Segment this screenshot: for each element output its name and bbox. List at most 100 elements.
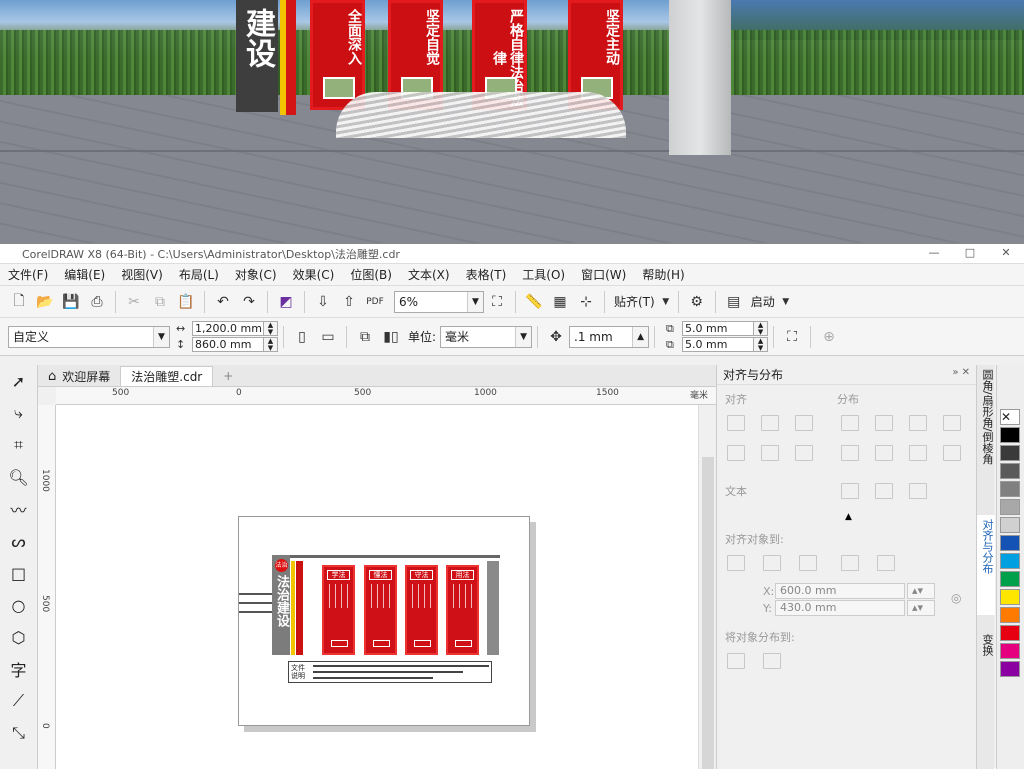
- print-icon[interactable]: ⎙: [84, 291, 110, 313]
- launch-icon[interactable]: ▤: [721, 291, 747, 313]
- align-bottom-icon[interactable]: [795, 445, 813, 461]
- height-spinner[interactable]: ▲ ▼: [264, 337, 278, 352]
- distribute-spacing-h-icon[interactable]: [943, 415, 961, 431]
- connector-tool-icon[interactable]: ⤡: [0, 717, 37, 749]
- menu-edit[interactable]: 编辑(E): [64, 266, 105, 283]
- distribute-bottom-icon[interactable]: [909, 445, 927, 461]
- portrait-icon[interactable]: ▯: [289, 326, 315, 348]
- text-last-line-icon[interactable]: [875, 483, 893, 499]
- palette-swatch[interactable]: [1000, 643, 1020, 659]
- dup-x-spinner[interactable]: ▲ ▼: [754, 321, 769, 336]
- tab-document[interactable]: 法治雕塑.cdr: [120, 366, 214, 386]
- menu-effects[interactable]: 效果(C): [293, 266, 335, 283]
- dup-y-spinner[interactable]: ▲ ▼: [754, 337, 769, 352]
- menu-help[interactable]: 帮助(H): [642, 266, 684, 283]
- text-first-line-icon[interactable]: [841, 483, 859, 499]
- dimension-tool-icon[interactable]: ⟋: [0, 685, 37, 717]
- drawing-canvas[interactable]: 法治 法治建设 学法 懂法 守法 用法 文件说明: [56, 405, 698, 769]
- import-icon[interactable]: ⇩: [310, 291, 336, 313]
- chevron-down-icon[interactable]: ▼: [659, 291, 673, 313]
- nudge-input[interactable]: .1 mm ▲: [569, 325, 650, 348]
- menu-object[interactable]: 对象(C): [235, 266, 277, 283]
- palette-swatch[interactable]: [1000, 535, 1020, 551]
- palette-swatch[interactable]: [1000, 661, 1020, 677]
- width-spinner[interactable]: ▲ ▼: [264, 321, 278, 336]
- search-content-icon[interactable]: ◩: [273, 291, 299, 313]
- document-page[interactable]: 法治 法治建设 学法 懂法 守法 用法 文件说明: [238, 516, 530, 726]
- align-to-point-icon[interactable]: [877, 555, 895, 571]
- distribute-right-icon[interactable]: [909, 415, 927, 431]
- palette-swatch[interactable]: [1000, 427, 1020, 443]
- palette-swatch[interactable]: [1000, 463, 1020, 479]
- palette-swatch[interactable]: [1000, 499, 1020, 515]
- align-to-page-edge-icon[interactable]: [763, 555, 781, 571]
- target-icon[interactable]: ◎: [951, 591, 961, 605]
- x-spinner[interactable]: ▴▾: [907, 583, 935, 599]
- page-width-input[interactable]: 1,200.0 mm: [192, 321, 264, 336]
- text-extra-icon[interactable]: [951, 483, 969, 499]
- launch-button[interactable]: 启动: [751, 293, 775, 310]
- dup-y-input[interactable]: 5.0 mm: [682, 337, 755, 352]
- distribute-center-icon[interactable]: [875, 415, 893, 431]
- docker-controls-icon[interactable]: » ✕: [952, 367, 970, 378]
- treat-as-filled-icon[interactable]: ⛶: [779, 326, 805, 348]
- freehand-tool-icon[interactable]: 〰: [0, 493, 37, 525]
- distribute-to-page-icon[interactable]: [763, 653, 781, 669]
- maximize-button[interactable]: □: [952, 244, 988, 262]
- add-tab-button[interactable]: +: [213, 366, 244, 386]
- align-center-h-icon[interactable]: [761, 415, 779, 431]
- grid-icon[interactable]: ▦: [547, 291, 573, 313]
- horizontal-ruler[interactable]: 500 0 500 1000 1500 毫米: [56, 387, 716, 405]
- align-to-page-center-icon[interactable]: [799, 555, 817, 571]
- artistic-media-icon[interactable]: ᔕ: [0, 525, 37, 557]
- align-top-icon[interactable]: [727, 445, 745, 461]
- tab-align-distribute[interactable]: 对齐与分布: [977, 515, 995, 615]
- all-pages-icon[interactable]: ⧉: [352, 326, 378, 348]
- collapse-arrow-icon[interactable]: ▲: [845, 512, 852, 522]
- menu-table[interactable]: 表格(T): [466, 266, 507, 283]
- polygon-tool-icon[interactable]: ⬡: [0, 621, 37, 653]
- align-right-icon[interactable]: [795, 415, 813, 431]
- tab-transform[interactable]: 变换: [977, 630, 995, 680]
- menu-layout[interactable]: 布局(L): [179, 266, 219, 283]
- save-icon[interactable]: 💾: [58, 291, 84, 313]
- x-position-input[interactable]: 600.0 mm: [775, 583, 905, 599]
- redo-icon[interactable]: ↷: [236, 291, 262, 313]
- minimize-button[interactable]: —: [916, 244, 952, 262]
- ellipse-tool-icon[interactable]: ○: [0, 589, 37, 621]
- dup-x-input[interactable]: 5.0 mm: [682, 321, 755, 336]
- y-position-input[interactable]: 430.0 mm: [775, 600, 905, 616]
- rulers-icon[interactable]: 📏: [521, 291, 547, 313]
- menu-tools[interactable]: 工具(O): [522, 266, 565, 283]
- paste-icon[interactable]: 📋: [173, 291, 199, 313]
- distribute-to-selection-icon[interactable]: [727, 653, 745, 669]
- palette-swatch[interactable]: [1000, 607, 1020, 623]
- artwork-group[interactable]: 法治 法治建设 学法 懂法 守法 用法 文件说明: [239, 555, 500, 691]
- current-page-icon[interactable]: ▮▯: [378, 326, 404, 348]
- text-tool-icon[interactable]: 字: [0, 653, 37, 685]
- palette-swatch[interactable]: [1000, 589, 1020, 605]
- swatch-none[interactable]: ✕: [1000, 409, 1020, 425]
- align-center-v-icon[interactable]: [761, 445, 779, 461]
- page-height-input[interactable]: 860.0 mm: [192, 337, 264, 352]
- palette-swatch[interactable]: [1000, 445, 1020, 461]
- publish-pdf-icon[interactable]: PDF: [362, 291, 388, 313]
- cut-icon[interactable]: ✂: [121, 291, 147, 313]
- rectangle-tool-icon[interactable]: □: [0, 557, 37, 589]
- distribute-spacing-v-icon[interactable]: [943, 445, 961, 461]
- palette-swatch[interactable]: [1000, 481, 1020, 497]
- palette-swatch[interactable]: [1000, 553, 1020, 569]
- add-preset-icon[interactable]: ⊕: [816, 326, 842, 348]
- crop-tool-icon[interactable]: ⌗: [0, 429, 37, 461]
- pick-tool-icon[interactable]: ➚: [0, 365, 37, 397]
- distribute-top-icon[interactable]: [841, 445, 859, 461]
- text-bounding-box-icon[interactable]: [909, 483, 927, 499]
- page-preset-select[interactable]: 自定义 ▼: [8, 325, 170, 348]
- align-to-active-icon[interactable]: [727, 555, 745, 571]
- menu-text[interactable]: 文本(X): [408, 266, 450, 283]
- scroll-thumb[interactable]: [702, 457, 714, 769]
- gear-icon[interactable]: ⚙: [684, 291, 710, 313]
- copy-icon[interactable]: ⧉: [147, 291, 173, 313]
- menu-file[interactable]: 文件(F): [8, 266, 48, 283]
- landscape-icon[interactable]: ▭: [315, 326, 341, 348]
